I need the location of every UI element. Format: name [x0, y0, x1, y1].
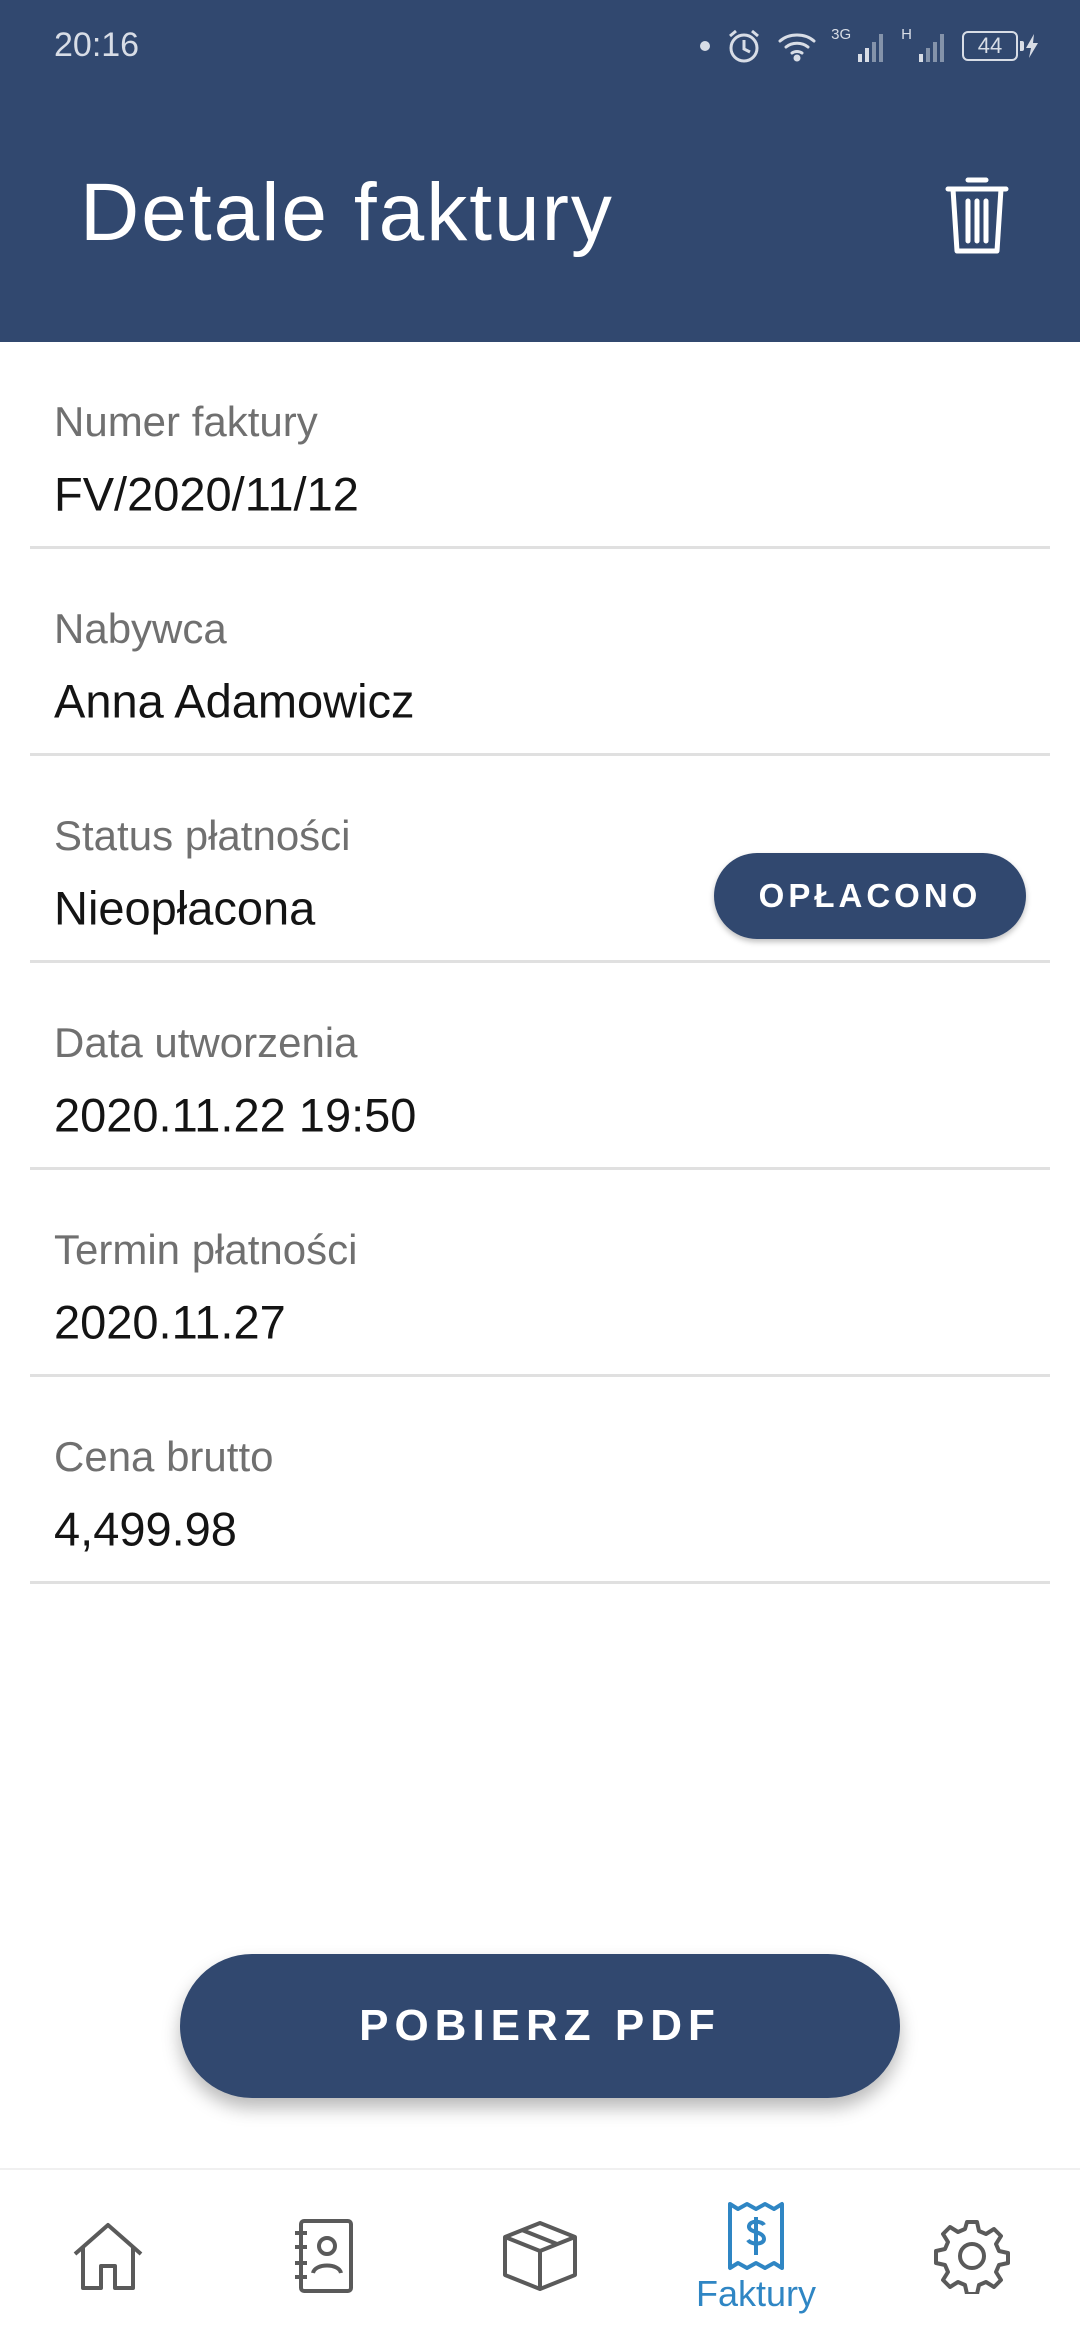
delete-button[interactable] [944, 172, 1010, 256]
nav-contacts[interactable] [216, 2170, 432, 2340]
nav-invoices[interactable]: Faktury [648, 2170, 864, 2340]
status-bar: 20:16 3G H 44 [0, 0, 1080, 92]
alarm-icon [729, 29, 760, 63]
contacts-icon [295, 2219, 353, 2293]
detail-row-buyer: Nabywca Anna Adamowicz [30, 549, 1050, 756]
invoice-details-screen: 20:16 3G H 44 Detale faktury Numer faktu… [0, 0, 1080, 2340]
download-pdf-button[interactable]: POBIERZ PDF [180, 1954, 900, 2098]
notification-dot-icon [700, 41, 711, 51]
app-header: 20:16 3G H 44 Detale faktury [0, 0, 1080, 342]
page-title: Detale faktury [80, 167, 614, 258]
invoice-number-label: Numer faktury [54, 398, 318, 445]
nav-home[interactable] [0, 2170, 216, 2340]
network-3g-label: 3G [831, 25, 852, 43]
created-date-value: 2020.11.22 19:50 [54, 1088, 417, 1142]
detail-row-gross-price: Cena brutto 4,499.98 [30, 1377, 1050, 1584]
invoice-number-value: FV/2020/11/12 [54, 467, 359, 521]
nav-products[interactable] [432, 2170, 648, 2340]
trash-icon [945, 177, 1009, 254]
buyer-value: Anna Adamowicz [54, 674, 415, 728]
battery-level: 44 [962, 31, 1024, 61]
gross-price-value: 4,499.98 [54, 1502, 237, 1556]
status-time: 20:16 [54, 26, 140, 64]
invoice-details: Numer faktury FV/2020/11/12 Nabywca Anna… [30, 342, 1050, 1584]
invoice-icon [728, 2202, 784, 2270]
detail-row-payment-status: Status płatności Nieopłacona OPŁACONO [30, 756, 1050, 963]
network-h-label: H [901, 25, 912, 43]
due-date-label: Termin płatności [54, 1226, 358, 1273]
nav-settings[interactable] [864, 2170, 1080, 2340]
nav-invoices-label: Faktury [695, 2273, 817, 2314]
charging-icon [1026, 34, 1038, 58]
created-date-label: Data utworzenia [54, 1019, 358, 1066]
signal-icon-2 [919, 34, 944, 62]
buyer-label: Nabywca [54, 605, 227, 652]
signal-icon [858, 34, 884, 62]
payment-status-value: Nieopłacona [54, 881, 316, 935]
due-date-value: 2020.11.27 [54, 1295, 286, 1349]
box-icon [503, 2221, 577, 2291]
wifi-icon [778, 33, 816, 62]
status-icons: 3G H 44 [699, 22, 1040, 70]
detail-row-invoice-number: Numer faktury FV/2020/11/12 [30, 342, 1050, 549]
detail-row-due-date: Termin płatności 2020.11.27 [30, 1170, 1050, 1377]
mark-paid-button[interactable]: OPŁACONO [714, 853, 1026, 939]
battery-indicator: 44 [962, 31, 1040, 61]
detail-row-created-date: Data utworzenia 2020.11.22 19:50 [30, 963, 1050, 1170]
home-icon [73, 2223, 143, 2290]
bottom-nav: Faktury [0, 2168, 1080, 2340]
gross-price-label: Cena brutto [54, 1433, 274, 1480]
payment-status-label: Status płatności [54, 812, 351, 859]
gear-icon [934, 2220, 1010, 2294]
